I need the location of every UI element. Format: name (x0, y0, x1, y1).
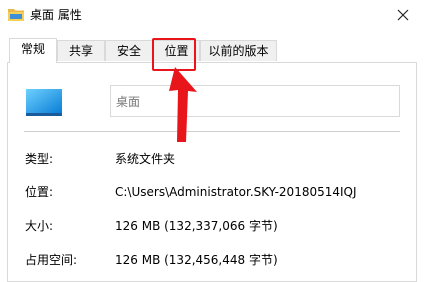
close-button[interactable] (381, 0, 425, 30)
location-value: C:\Users\Administrator.SKY-20180514IQJ (115, 185, 357, 199)
divider (24, 131, 400, 132)
type-label: 类型: (25, 152, 54, 166)
arrow-annotation (169, 67, 197, 142)
folder-icon (8, 9, 24, 21)
location-label: 位置: (25, 185, 54, 199)
desktop-icon (26, 89, 62, 116)
size-label: 大小: (25, 219, 54, 233)
title-bar: 桌面 属性 (0, 0, 425, 30)
tab-previous-versions[interactable]: 以前的版本 (200, 40, 277, 61)
tab-general[interactable]: 常规 (9, 38, 57, 63)
size-value: 126 MB (132,337,066 字节) (115, 219, 278, 233)
size-on-disk-label: 占用空间: (25, 253, 78, 267)
type-value: 系统文件夹 (115, 152, 176, 166)
close-icon (397, 9, 409, 21)
tab-security[interactable]: 安全 (105, 40, 153, 61)
tab-strip: 常规 共享 安全 位置 以前的版本 (0, 38, 425, 63)
size-on-disk-value: 126 MB (132,456,448 字节) (115, 253, 278, 267)
folder-name-input[interactable] (110, 85, 400, 117)
window-title: 桌面 属性 (30, 8, 82, 22)
tab-sharing[interactable]: 共享 (57, 40, 105, 61)
